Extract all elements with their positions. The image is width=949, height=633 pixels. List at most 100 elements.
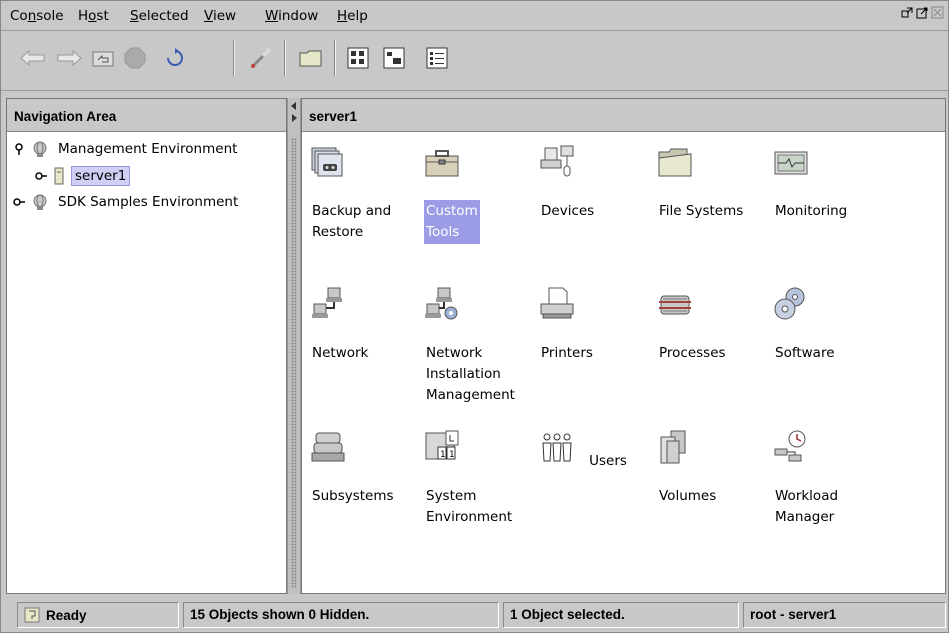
tile-backup-and-restore[interactable]: Backup and Restore <box>302 144 412 244</box>
stop-icon <box>124 47 146 69</box>
processes-icon <box>659 295 691 315</box>
tree-node-server1[interactable]: server1 <box>35 166 131 186</box>
workload-manager-icon <box>774 430 806 462</box>
status-icon <box>24 607 40 623</box>
navigation-pane-title: Navigation Area <box>7 99 286 132</box>
tile-label: File Systems <box>659 203 744 219</box>
menu-help[interactable]: Help <box>337 8 368 24</box>
tile-monitoring[interactable]: Monitoring <box>765 144 875 223</box>
tile-users[interactable]: Users <box>531 429 641 473</box>
back-arrow-icon <box>20 49 45 67</box>
globe-icon <box>33 194 47 210</box>
close-icon[interactable] <box>931 6 944 19</box>
status-objects-count: 15 Objects shown 0 Hidden. <box>183 602 499 628</box>
tree-node-management-environment[interactable]: Management Environment <box>13 140 240 158</box>
splitter-grip <box>291 138 297 588</box>
tile-label: Processes <box>659 345 726 361</box>
tile-label: Network Installation Management <box>426 345 515 403</box>
tile-printers[interactable]: Printers <box>531 286 641 365</box>
tree-node-sdk-samples-environment[interactable]: SDK Samples Environment <box>13 193 241 211</box>
tile-label: Network <box>312 345 369 361</box>
menu-host[interactable]: Host <box>78 8 109 24</box>
tile-label: Monitoring <box>775 203 848 219</box>
svg-text:1: 1 <box>449 450 454 460</box>
network-icon <box>312 287 342 318</box>
forward-arrow-icon <box>57 49 82 67</box>
toolbar-separator <box>284 40 286 76</box>
expanded-node-icon[interactable] <box>13 143 25 155</box>
restore-icon[interactable] <box>901 6 914 19</box>
volumes-icon <box>660 430 686 464</box>
tile-label: Custom Tools <box>424 200 480 244</box>
tile-label: Backup and Restore <box>312 203 392 240</box>
tile-subsystems[interactable]: Subsystems <box>302 429 412 508</box>
tile-label: Subsystems <box>312 488 394 504</box>
status-ready: Ready <box>17 602 179 628</box>
find-icon <box>250 47 272 69</box>
menu-selected[interactable]: Selected <box>130 8 189 24</box>
menu-window[interactable]: Window <box>265 8 318 24</box>
tile-label: Users <box>589 453 627 469</box>
subsystems-icon <box>311 432 345 462</box>
toolbar-separator <box>334 40 336 76</box>
status-bar: Ready 15 Objects shown 0 Hidden. 1 Objec… <box>1 598 948 632</box>
open-button[interactable] <box>295 42 327 74</box>
menu-console[interactable]: Console <box>10 8 64 24</box>
svg-text:1: 1 <box>440 450 445 460</box>
maximize-icon[interactable] <box>916 6 929 19</box>
tree-node-label: server1 <box>71 166 131 186</box>
tile-network-installation-management[interactable]: Network Installation Management <box>416 286 526 407</box>
backup-restore-icon <box>311 147 343 177</box>
refresh-icon <box>167 48 183 66</box>
find-button[interactable] <box>245 42 277 74</box>
server-icon <box>54 167 64 185</box>
stop-button[interactable] <box>119 42 151 74</box>
small-icons-view-icon <box>383 47 405 69</box>
collapsed-node-icon[interactable] <box>13 196 25 208</box>
tile-processes[interactable]: Processes <box>649 286 759 365</box>
back-button[interactable] <box>17 42 49 74</box>
navigation-pane: Navigation Area Management Environment s… <box>6 98 287 594</box>
software-icon <box>774 287 805 320</box>
refresh-button[interactable] <box>159 42 191 74</box>
tile-software[interactable]: Software <box>765 286 875 365</box>
users-icon <box>542 433 572 462</box>
system-environment-icon: 11 <box>425 430 459 460</box>
tile-label: System Environment <box>426 488 513 525</box>
large-icons-button[interactable] <box>342 42 374 74</box>
menu-view[interactable]: View <box>204 8 236 24</box>
collapse-arrows-icon[interactable] <box>288 100 300 130</box>
tile-label: Workload Manager <box>775 488 839 525</box>
tile-custom-tools[interactable]: Custom Tools <box>416 144 526 244</box>
tile-label: Volumes <box>659 488 717 504</box>
tile-system-environment[interactable]: 11 System Environment <box>416 429 526 529</box>
tile-label: Software <box>775 345 835 361</box>
printer-icon <box>540 287 574 319</box>
monitor-icon <box>774 151 808 175</box>
tree-node-label: SDK Samples Environment <box>58 194 239 210</box>
status-ready-text: Ready <box>46 608 87 623</box>
toolbox-icon <box>425 150 459 177</box>
globe-icon <box>33 141 47 157</box>
pane-splitter[interactable] <box>287 98 301 594</box>
large-icons-view-icon <box>347 47 369 69</box>
devices-icon <box>540 145 574 177</box>
details-view-button[interactable] <box>421 42 453 74</box>
folder-icon <box>658 148 692 177</box>
status-host: root - server1 <box>743 602 946 628</box>
forward-button[interactable] <box>53 42 85 74</box>
tile-devices[interactable]: Devices <box>531 144 641 223</box>
tile-workload-manager[interactable]: Workload Manager <box>765 429 875 529</box>
menu-bar: Console Host Selected View Window Help <box>1 1 948 31</box>
network-install-icon <box>425 287 458 320</box>
toolbar-separator <box>233 40 235 76</box>
tile-volumes[interactable]: Volumes <box>649 429 759 508</box>
tile-label: Devices <box>541 203 595 219</box>
collapsed-node-icon[interactable] <box>35 170 47 182</box>
tile-file-systems[interactable]: File Systems <box>649 144 759 223</box>
status-selection: 1 Object selected. <box>503 602 739 628</box>
tile-network[interactable]: Network <box>302 286 412 365</box>
up-level-button[interactable] <box>87 42 119 74</box>
small-icons-button[interactable] <box>378 42 410 74</box>
tile-label: Printers <box>541 345 593 361</box>
